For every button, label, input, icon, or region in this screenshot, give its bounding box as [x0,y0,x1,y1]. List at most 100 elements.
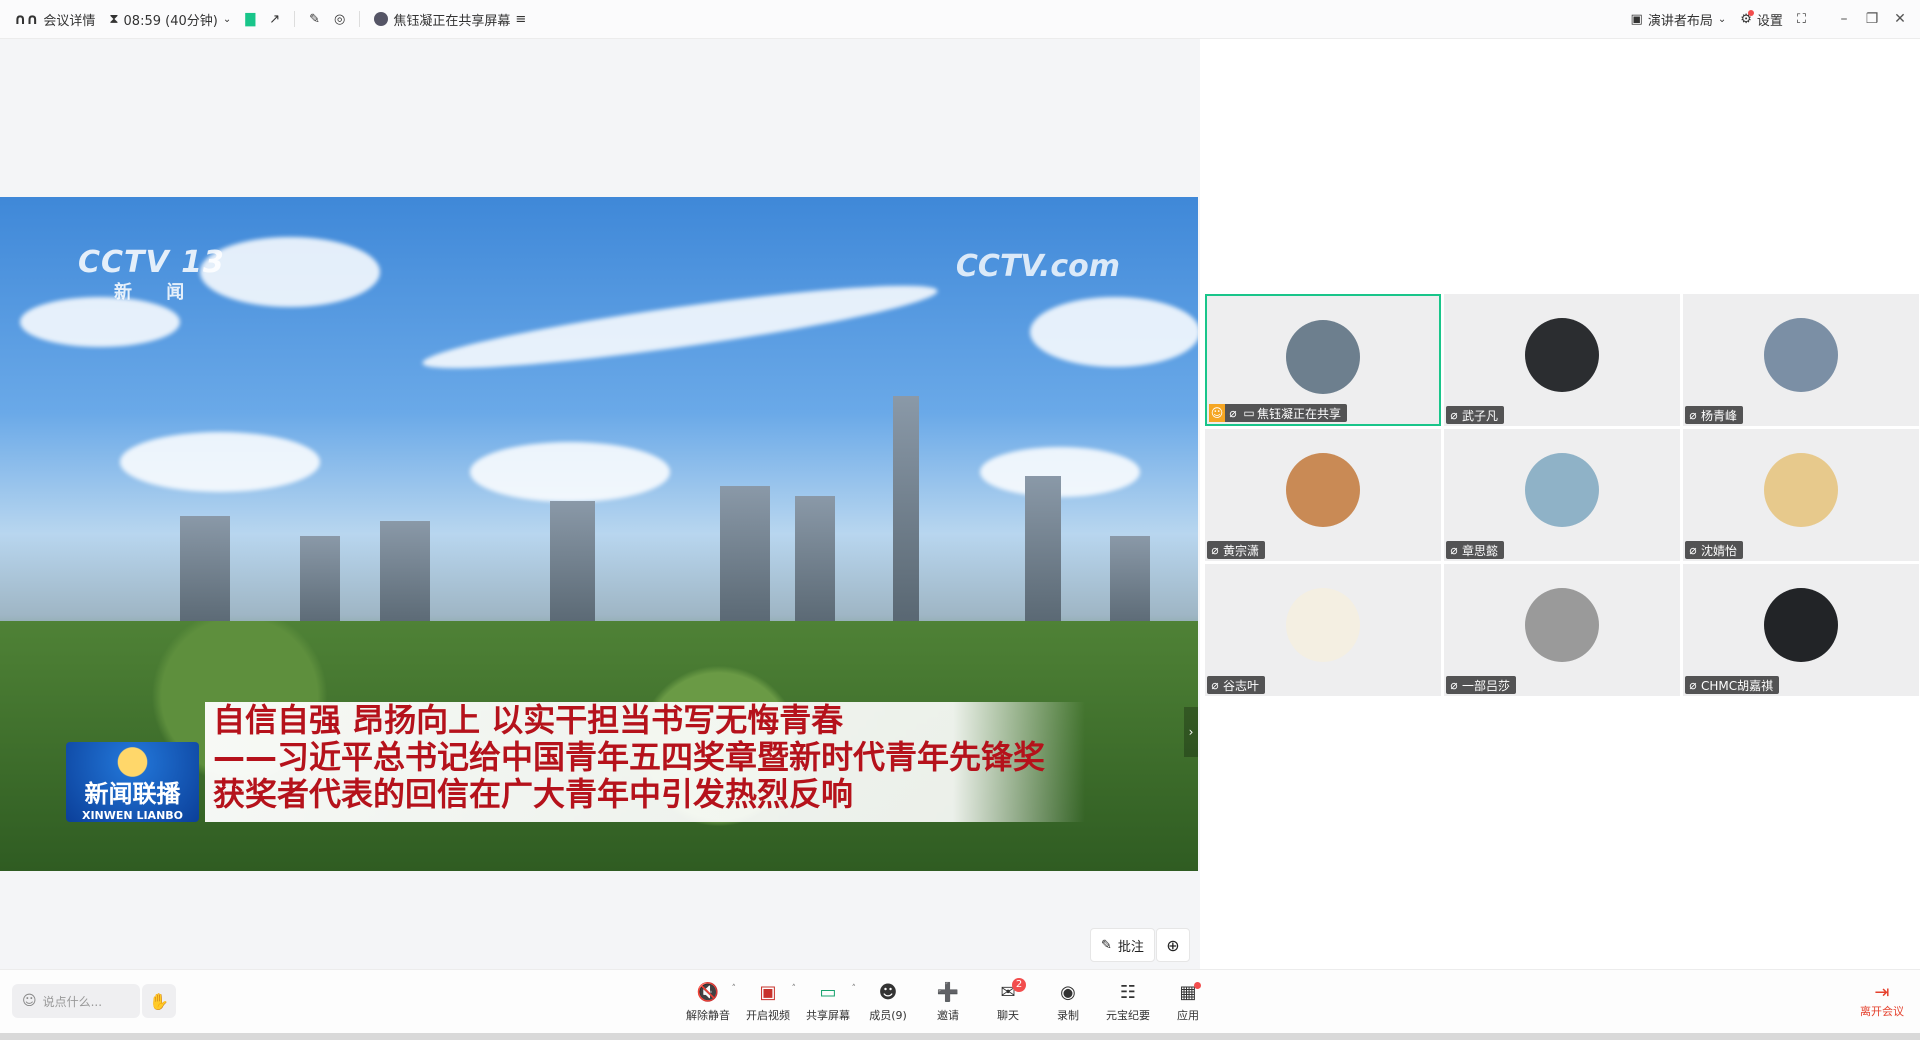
presenter-avatar-icon [374,12,389,26]
participant-tile[interactable]: ⌀ 武子凡 [1444,294,1680,426]
participant-tile[interactable]: ⌀ 黄宗潇 [1205,429,1441,561]
avatar [1764,318,1838,392]
toolbar-button-mic-muted[interactable]: 🔇 解除静音 ˄ [678,970,738,1034]
notification-dot [1194,982,1201,989]
participant-name: 武子凡 [1462,408,1499,423]
participant-name-bar: ⌀ 章思懿 [1446,541,1505,559]
participant-name: 沈婧怡 [1701,543,1738,558]
participant-name: 焦钰凝正在共享 [1257,406,1342,421]
toolbar-button-label: 解除静音 [686,1008,730,1022]
unread-badge: 2 [1012,978,1026,992]
toolbar-button-label: 共享屏幕 [806,1008,850,1022]
layout-button[interactable]: ▣ 演讲者布局 ⌄ [1631,10,1727,29]
building [1025,476,1061,636]
building [180,516,230,636]
bottom-toolbar: ☺ 说点什么... ✋ 🔇 解除静音 ˄ ▣ 开启视频 ˄ ▭ 共享屏幕 ˄ ☻ 成员(9) ➕ 邀请 ✉… [0,969,1920,1034]
participant-tile[interactable]: ⌀ 一部吕莎 [1444,564,1680,696]
quick-chat-input[interactable]: ☺ 说点什么... [12,984,140,1018]
participant-name: 黄宗潇 [1223,543,1260,558]
hide-view-icon[interactable]: ◎ [334,12,345,27]
toolbar-button-label: 录制 [1057,1008,1079,1022]
participant-tile[interactable]: ⌀ 沈婧怡 [1683,429,1919,561]
news-headline: 自信自强 昂扬向上 以实干担当书写无悔青春 ——习近平总书记给中国青年五四奖章暨… [205,702,1085,822]
leave-meeting-button[interactable]: ⇥ 离开会议 [1860,982,1904,1019]
members-icon: ☻ [878,981,898,1003]
top-bar: ∩∩ 会议详情 ⧗ 08:59 (40分钟) ⌄ ▇ ↗ ✎ ◎ 焦钰凝正在共享… [0,0,1920,39]
settings-button[interactable]: ⚙ 设置 [1740,9,1783,29]
chevron-up-icon[interactable]: ˄ [792,984,797,994]
share-screen-icon: ▭ [819,981,837,1003]
building [893,396,919,636]
participant-name-bar: ⌀ 武子凡 [1446,406,1505,424]
annotate-button[interactable]: ✎ 批注 [1090,928,1155,962]
participant-name-bar: ⌀ 黄宗潇 [1207,541,1266,559]
fullscreen-icon[interactable]: ⛶ [1797,12,1806,27]
cloud [470,442,670,502]
divider [294,11,296,27]
toolbar-button-minutes[interactable]: ☷ 元宝纪要 [1098,970,1158,1034]
restore-icon[interactable]: ❐ [1858,11,1886,27]
mic-muted-icon: ⌀ [1450,678,1458,692]
participant-tile[interactable]: ☺ ⌀ ▭ 焦钰凝正在共享 [1205,294,1441,426]
participant-name-bar: ⌀ 谷志叶 [1207,676,1266,694]
cloud [20,297,180,347]
toolbar-button-apps[interactable]: ▦ 应用 [1158,970,1218,1034]
mic-muted-icon: ⌀ [1689,408,1697,422]
toolbar-button-members[interactable]: ☻ 成员(9) [858,970,918,1034]
participant-name: CHMC胡嘉祺 [1701,678,1774,693]
mic-muted-icon: ⌀ [1689,543,1697,557]
participant-gallery: ☺ ⌀ ▭ 焦钰凝正在共享 ⌀ 武子凡 ⌀ 杨青峰 ⌀ 黄宗潇 ⌀ 章思懿 ⌀ 沈婧怡 ⌀ 谷志叶 ⌀ 一部吕莎 ⌀… [1200,39,1920,969]
shared-screen-video: CCTV 13 新 闻 CCTV.com 自信自强 昂扬向上 以实干担当书写无悔… [0,197,1198,871]
participant-tile[interactable]: ⌀ 谷志叶 [1205,564,1441,696]
mic-muted-icon: ⌀ [1689,678,1697,692]
avatar [1286,453,1360,527]
annotate-off-icon[interactable]: ✎ [309,12,320,27]
toolbar-button-share-screen[interactable]: ▭ 共享屏幕 ˄ [798,970,858,1034]
meeting-details-button[interactable]: ∩∩ 会议详情 [14,10,95,29]
participant-name-bar: ⌀ CHMC胡嘉祺 [1685,676,1780,694]
avatar [1525,588,1599,662]
building [720,486,770,636]
participant-name: 章思懿 [1462,543,1499,558]
building [550,501,595,636]
share-link-icon[interactable]: ↗ [269,12,280,27]
taskbar-strip [0,1033,1920,1040]
participant-tile[interactable]: ⌀ 杨青峰 [1683,294,1919,426]
meeting-timer[interactable]: ⧗ 08:59 (40分钟) ⌄ [109,10,231,29]
chevron-up-icon[interactable]: ˄ [852,984,857,994]
toolbar-button-invite[interactable]: ➕ 邀请 [918,970,978,1034]
signal-icon[interactable]: ▇ [245,12,255,27]
participant-name-bar: ⌀ 一部吕莎 [1446,676,1517,694]
toolbar-buttons: 🔇 解除静音 ˄ ▣ 开启视频 ˄ ▭ 共享屏幕 ˄ ☻ 成员(9) ➕ 邀请 ✉ 聊天 2 ◉ 录制 ☷ 元宝纪要 ▦… [678,970,1218,1034]
building [795,496,835,636]
pen-icon: ✎ [1101,937,1112,953]
zoom-in-icon[interactable]: ⊕ [1156,928,1190,962]
close-icon[interactable]: ✕ [1886,11,1914,27]
sharing-status[interactable]: 焦钰凝正在共享屏幕 ≡ [374,10,526,29]
mic-muted-icon: 🔇 [696,981,720,1003]
participant-tile[interactable]: ⌀ 章思懿 [1444,429,1680,561]
toolbar-button-label: 应用 [1177,1008,1199,1022]
settings-label: 设置 [1756,13,1783,29]
minimize-icon[interactable]: – [1830,11,1858,27]
raise-hand-icon[interactable]: ✋ [142,984,176,1018]
timer-text: 08:59 (40分钟) [123,13,218,29]
chevron-up-icon[interactable]: ˄ [732,984,737,994]
annotate-label: 批注 [1117,939,1144,955]
participant-tile[interactable]: ⌀ CHMC胡嘉祺 [1683,564,1919,696]
chevron-down-icon: ⌄ [222,13,232,25]
mic-muted-icon: ⌀ [1229,406,1237,420]
avatar [1286,320,1360,394]
site-watermark: CCTV.com [955,249,1120,284]
participant-name: 谷志叶 [1223,678,1260,693]
toolbar-button-chat[interactable]: ✉ 聊天 2 [978,970,1038,1034]
toolbar-button-video-off[interactable]: ▣ 开启视频 ˄ [738,970,798,1034]
minutes-icon: ☷ [1119,981,1137,1003]
hourglass-icon: ⧗ [109,11,119,27]
layout-label: 演讲者布局 [1647,13,1713,29]
toolbar-button-record[interactable]: ◉ 录制 [1038,970,1098,1034]
exit-icon: ⇥ [1874,982,1890,1003]
collapse-gallery-button[interactable]: › [1184,707,1198,757]
tencent-meeting-logo-icon: ∩∩ [14,10,39,28]
leave-label: 离开会议 [1860,1005,1904,1018]
